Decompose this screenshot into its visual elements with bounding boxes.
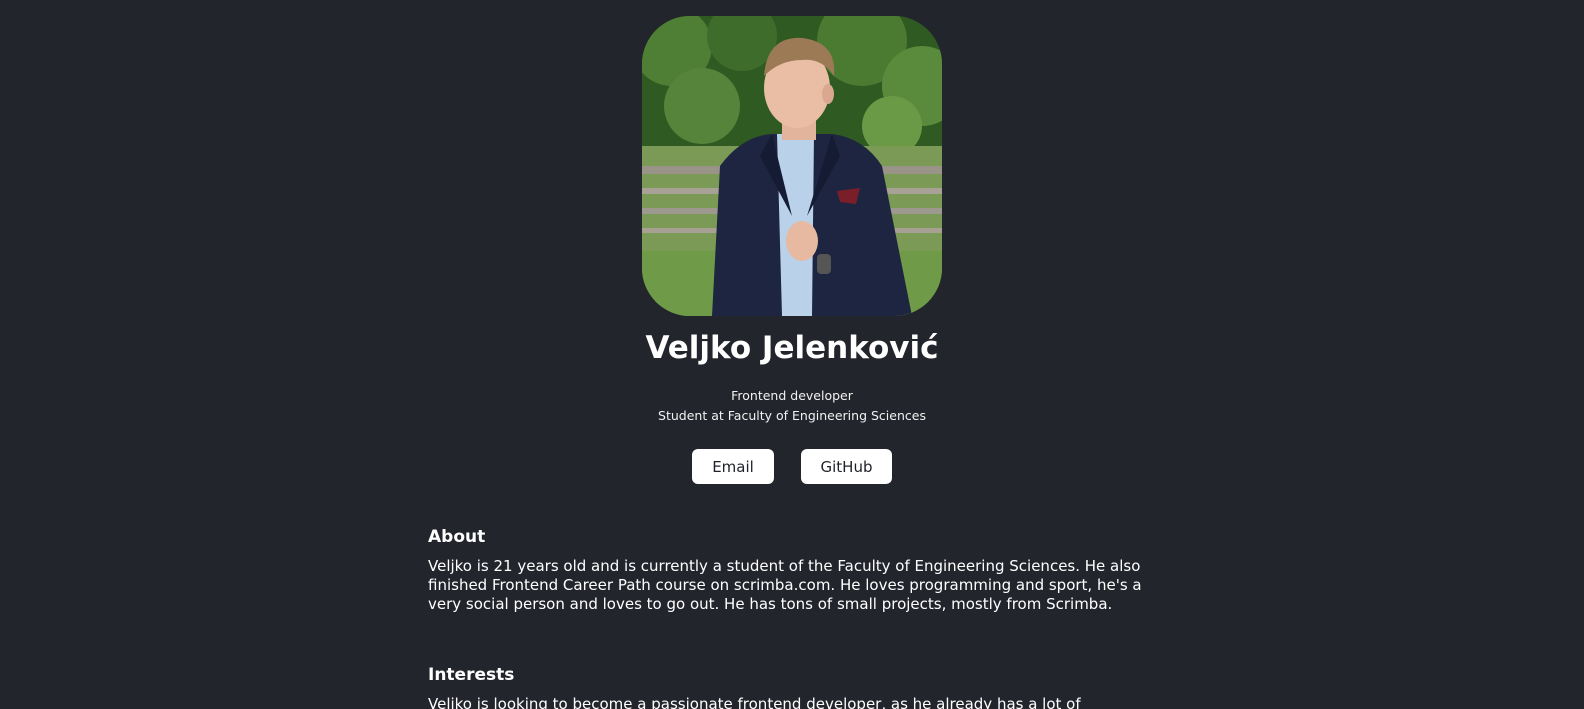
profile-photo-icon (642, 16, 942, 316)
profile-role: Frontend developer (731, 388, 853, 403)
profile-name: Veljko Jelenković (645, 330, 939, 366)
github-button-label: GitHub (820, 457, 873, 476)
about-text: Veljko is 21 years old and is currently … (428, 557, 1142, 613)
email-button-label: Email (712, 457, 754, 476)
profile-card-page: Veljko Jelenković Frontend developer Stu… (0, 0, 1584, 709)
interests-heading: Interests (428, 665, 515, 685)
profile-photo (642, 16, 942, 316)
interests-text: Veljko is looking to become a passionate… (428, 695, 1081, 709)
profile-affiliation: Student at Faculty of Engineering Scienc… (658, 408, 926, 423)
github-button[interactable]: GitHub (801, 449, 892, 484)
about-heading: About (428, 527, 486, 547)
email-button[interactable]: Email (692, 449, 774, 484)
